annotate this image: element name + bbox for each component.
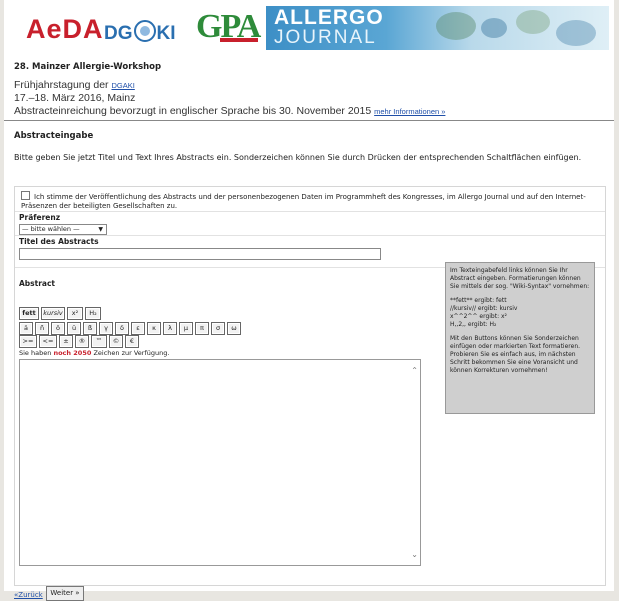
abstract-textarea[interactable]: ⌃ ⌄	[19, 359, 421, 566]
char-button[interactable]: δ	[115, 322, 129, 335]
abstract-label: Abstract	[19, 279, 56, 288]
scroll-up-icon[interactable]: ⌃	[411, 366, 418, 375]
abstract-intro: Bitte geben Sie jetzt Titel und Text Ihr…	[14, 153, 582, 162]
next-button[interactable]: Weiter »	[46, 586, 84, 601]
help-buttons-text: Mit den Buttons können Sie Sonderzeichen…	[450, 335, 581, 374]
char-button[interactable]: σ	[211, 322, 225, 335]
symbol-button[interactable]: ®	[75, 335, 89, 348]
dgaki-logo-part2: KI	[156, 23, 176, 44]
remaining-count: noch 2050	[53, 349, 92, 357]
workshop-line-1: Frühjahrstagung der DGAKI	[14, 79, 135, 91]
subscript-button[interactable]: H₂	[85, 307, 101, 320]
remaining-prefix: Sie haben	[19, 349, 52, 357]
consent-row: Ich stimme der Veröffentlichung des Abst…	[21, 191, 599, 211]
remaining-suffix: Zeichen zur Verfügung.	[93, 349, 170, 357]
row-divider	[15, 235, 605, 236]
char-button[interactable]: μ	[179, 322, 193, 335]
char-button[interactable]: ε	[131, 322, 145, 335]
superscript-button[interactable]: x²	[67, 307, 83, 320]
dgaki-emblem-icon	[133, 20, 156, 42]
help-bold-example: **fett** ergibt: fett	[450, 297, 507, 304]
workshop-date: 17.–18. März 2016, Mainz	[14, 92, 136, 104]
bold-button[interactable]: fett	[19, 307, 39, 320]
help-italic-example: //kursiv// ergibt: kursiv	[450, 305, 518, 312]
abstract-form: Ich stimme der Veröffentlichung des Abst…	[14, 186, 606, 586]
remaining-chars: Sie haben noch 2050 Zeichen zur Verfügun…	[19, 349, 169, 357]
char-button[interactable]: ö	[51, 322, 65, 335]
abstract-title-label: Titel des Abstracts	[19, 237, 99, 246]
deadline-text: Abstracteinreichung bevorzugt in englisc…	[14, 105, 372, 117]
journal-subtitle: JOURNAL	[274, 27, 377, 48]
dgaki-link[interactable]: DGAKI	[111, 81, 134, 90]
back-link[interactable]: «Zurück	[14, 591, 43, 599]
section-divider	[4, 120, 614, 121]
banner-decoration	[436, 12, 476, 40]
help-superscript-example: x^^2^^ ergibt: x²	[450, 313, 507, 320]
italic-button[interactable]: kursiv	[41, 307, 65, 320]
symbol-button[interactable]: €	[125, 335, 139, 348]
char-button[interactable]: ü	[67, 322, 81, 335]
banner-decoration	[481, 18, 507, 38]
dgaki-logo: DG KI	[104, 20, 176, 45]
symbol-button[interactable]: <=	[39, 335, 57, 348]
char-button[interactable]: κ	[147, 322, 161, 335]
banner-decoration	[556, 20, 596, 46]
abstract-section-title: Abstracteingabe	[14, 131, 94, 141]
char-button[interactable]: ñ	[35, 322, 49, 335]
more-info-link[interactable]: mehr Informationen »	[374, 107, 445, 116]
row-divider	[15, 211, 605, 212]
page: AeDA DG KI GPA ALLERGO JOURNAL 28. Mainze…	[4, 0, 614, 601]
gpa-logo-bar	[220, 38, 258, 42]
chevron-down-icon: ▼	[98, 226, 103, 233]
abstract-title-input[interactable]	[19, 248, 381, 260]
char-button[interactable]: γ	[99, 322, 113, 335]
consent-text: Ich stimme der Veröffentlichung des Abst…	[21, 193, 586, 210]
workshop-title: 28. Mainzer Allergie-Workshop	[14, 62, 162, 72]
preference-value: — bitte wählen —	[22, 225, 80, 233]
help-intro: Im Texteingabefeld links können Sie Ihr …	[450, 267, 590, 290]
char-button[interactable]: ä	[19, 322, 33, 335]
help-subscript-example: H,,2,, ergibt: H₂	[450, 321, 497, 328]
symbol-button[interactable]: ™	[91, 335, 107, 348]
consent-checkbox[interactable]	[21, 191, 30, 200]
symbol-button[interactable]: ©	[109, 335, 123, 348]
preference-select[interactable]: — bitte wählen — ▼	[19, 224, 107, 235]
gpa-logo: GPA	[196, 8, 264, 50]
help-examples: **fett** ergibt: fett //kursiv// ergibt:…	[450, 297, 590, 329]
dgaki-logo-part1: DG	[104, 23, 133, 44]
char-button[interactable]: λ	[163, 322, 177, 335]
symbol-button[interactable]: >=	[19, 335, 37, 348]
logo-header: AeDA DG KI GPA ALLERGO JOURNAL	[4, 0, 614, 56]
char-button[interactable]: ω	[227, 322, 241, 335]
preference-label: Präferenz	[19, 213, 61, 222]
symbol-button[interactable]: ±	[59, 335, 73, 348]
banner-decoration	[516, 10, 550, 34]
workshop-line-3: Abstracteinreichung bevorzugt in englisc…	[14, 105, 445, 117]
allergo-journal-banner: ALLERGO JOURNAL	[266, 6, 609, 50]
aeda-logo: AeDA	[26, 14, 104, 44]
workshop-line-1-text: Frühjahrstagung der	[14, 79, 109, 91]
char-button[interactable]: ß	[83, 322, 97, 335]
scroll-down-icon[interactable]: ⌄	[411, 550, 418, 559]
syntax-help-box: Im Texteingabefeld links können Sie Ihr …	[445, 262, 595, 414]
char-button[interactable]: π	[195, 322, 209, 335]
